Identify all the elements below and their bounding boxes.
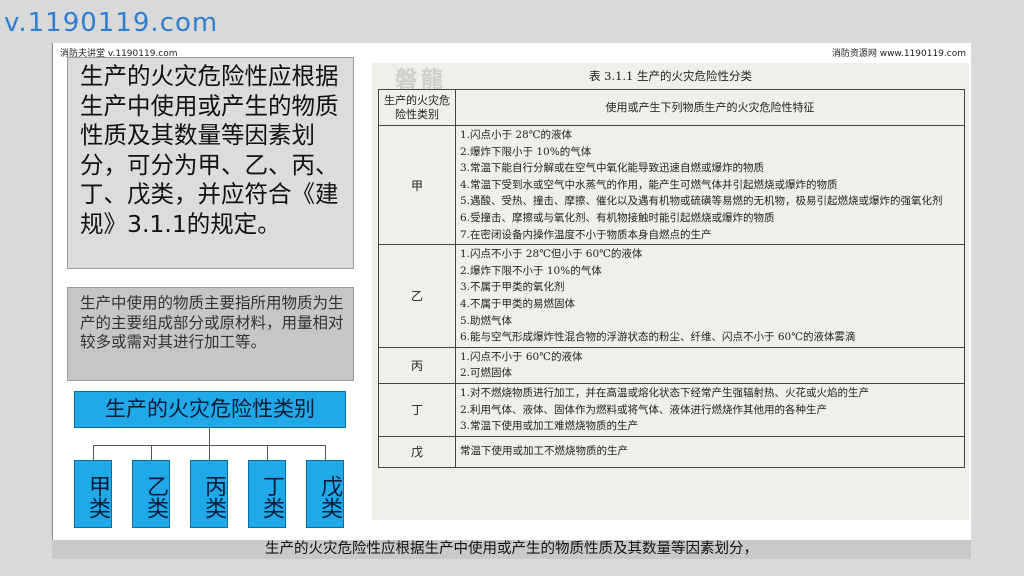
subtitle-bar: 生产的火灾危险性应根据生产中使用或产生的物质性质及其数量等因素划分， — [52, 540, 971, 559]
table-header-row: 生产的火灾危险性类别 使用或产生下列物质生产的火灾危险性特征 — [378, 89, 965, 126]
table-row: 戊 常温下使用或加工不燃烧物质的生产 — [378, 435, 965, 468]
row-class-ding: 丁 — [378, 382, 456, 437]
tree-connector — [209, 445, 210, 460]
tree-connector — [151, 445, 152, 460]
hazard-classification-table: 生产的火灾危险性类别 使用或产生下列物质生产的火灾危险性特征 甲 1.闪点小于 … — [378, 89, 965, 468]
site-watermark: v.1190119.com — [4, 8, 219, 38]
row-features-jia: 1.闪点小于 28℃的液体 2.爆炸下限小于 10%的气体 3.常温下能自行分解… — [455, 124, 965, 246]
feature-line: 5.遇酸、受热、撞击、摩擦、催化以及遇有机物或硫磺等易燃的无机物，极易引起燃烧或… — [460, 195, 943, 208]
feature-line: 5.助燃气体 — [460, 314, 513, 327]
note-text-box: 生产中使用的物质主要指所用物质为生产的主要组成部分或原材料，用量相对较多或需对其… — [67, 287, 354, 381]
row-class-bing: 丙 — [378, 346, 456, 384]
feature-line: 1.闪点不小于 28℃但小于 60℃的液体 — [460, 248, 643, 261]
tree-connector — [267, 445, 268, 460]
tree-connector — [93, 445, 94, 460]
feature-line: 1.闪点不小于 60℃的液体 — [460, 350, 583, 363]
feature-line: 1.闪点小于 28℃的液体 — [460, 129, 572, 141]
table-row: 乙 1.闪点不小于 28℃但小于 60℃的液体 2.爆炸下限不小于 10%的气体… — [378, 244, 965, 348]
row-class-yi: 乙 — [378, 244, 456, 348]
row-features-bing: 1.闪点不小于 60℃的液体 2.可燃固体 — [455, 346, 965, 384]
category-box-bing: 丙类 — [190, 460, 228, 528]
feature-line: 4.不属于甲类的易燃固体 — [460, 297, 576, 310]
table-row: 丙 1.闪点不小于 60℃的液体 2.可燃固体 — [378, 346, 965, 384]
category-box-wu: 戊类 — [306, 460, 344, 528]
row-class-jia: 甲 — [378, 124, 456, 246]
feature-line: 6.受撞击、摩擦或与氧化剂、有机物接触时能引起燃烧或爆炸的物质 — [460, 211, 775, 224]
feature-line: 常温下使用或加工不燃烧物质的生产 — [460, 445, 628, 458]
feature-line: 1.对不燃烧物质进行加工，并在高温或熔化状态下经常产生强辐射热、火花或火焰的生产 — [460, 386, 870, 399]
feature-line: 2.可燃固体 — [460, 367, 513, 380]
main-text-box: 生产的火灾危险性应根据生产中使用或产生的物质性质及其数量等因素划分，可分为甲、乙… — [67, 57, 354, 269]
row-features-yi: 1.闪点不小于 28℃但小于 60℃的液体 2.爆炸下限不小于 10%的气体 3… — [455, 244, 965, 348]
feature-line: 4.常温下受到水或空气中水蒸气的作用，能产生可燃气体并引起燃烧或爆炸的物质 — [460, 178, 838, 191]
feature-line: 3.不属于甲类的氧化剂 — [460, 281, 565, 294]
category-box-yi: 乙类 — [132, 460, 170, 528]
category-title: 生产的火灾危险性类别 — [74, 391, 346, 428]
feature-line: 2.爆炸下限不小于 10%的气体 — [460, 264, 602, 277]
table-caption: 表 3.1.1 生产的火灾危险性分类 — [588, 69, 753, 83]
row-class-wu: 戊 — [378, 435, 456, 468]
table-row: 丁 1.对不燃烧物质进行加工，并在高温或熔化状态下经常产生强辐射热、火花或火焰的… — [378, 382, 965, 437]
feature-line: 3.常温下能自行分解或在空气中氧化能导致迅速自燃或爆炸的物质 — [460, 162, 765, 175]
table-row: 甲 1.闪点小于 28℃的液体 2.爆炸下限小于 10%的气体 3.常温下能自行… — [378, 124, 965, 246]
tree-connector — [209, 428, 210, 445]
feature-line: 2.爆炸下限小于 10%的气体 — [460, 145, 592, 158]
header-feature: 使用或产生下列物质生产的火灾危险性特征 — [455, 89, 965, 126]
slide-watermark-right: 消防资源网 www.1190119.com — [831, 49, 966, 59]
row-features-ding: 1.对不燃烧物质进行加工，并在高温或熔化状态下经常产生强辐射热、火花或火焰的生产… — [455, 382, 965, 437]
feature-line: 6.能与空气形成爆炸性混合物的浮游状态的粉尘、纤维、闪点不小于 60℃的液体雾滴 — [460, 331, 856, 344]
row-features-wu: 常温下使用或加工不燃烧物质的生产 — [455, 435, 965, 468]
feature-line: 2.利用气体、液体、固体作为燃料或将气体、液体进行燃烧作其他用的各种生产 — [460, 403, 828, 416]
feature-line: 7.在密闭设备内操作温度不小于物质本身自燃点的生产 — [460, 228, 712, 241]
slide-divider — [52, 43, 53, 558]
category-box-ding: 丁类 — [248, 460, 286, 528]
feature-line: 3.常温下使用或加工难燃烧物质的生产 — [460, 420, 639, 433]
header-class: 生产的火灾危险性类别 — [378, 89, 456, 126]
category-box-jia: 甲类 — [74, 460, 112, 528]
tree-connector — [325, 445, 326, 460]
